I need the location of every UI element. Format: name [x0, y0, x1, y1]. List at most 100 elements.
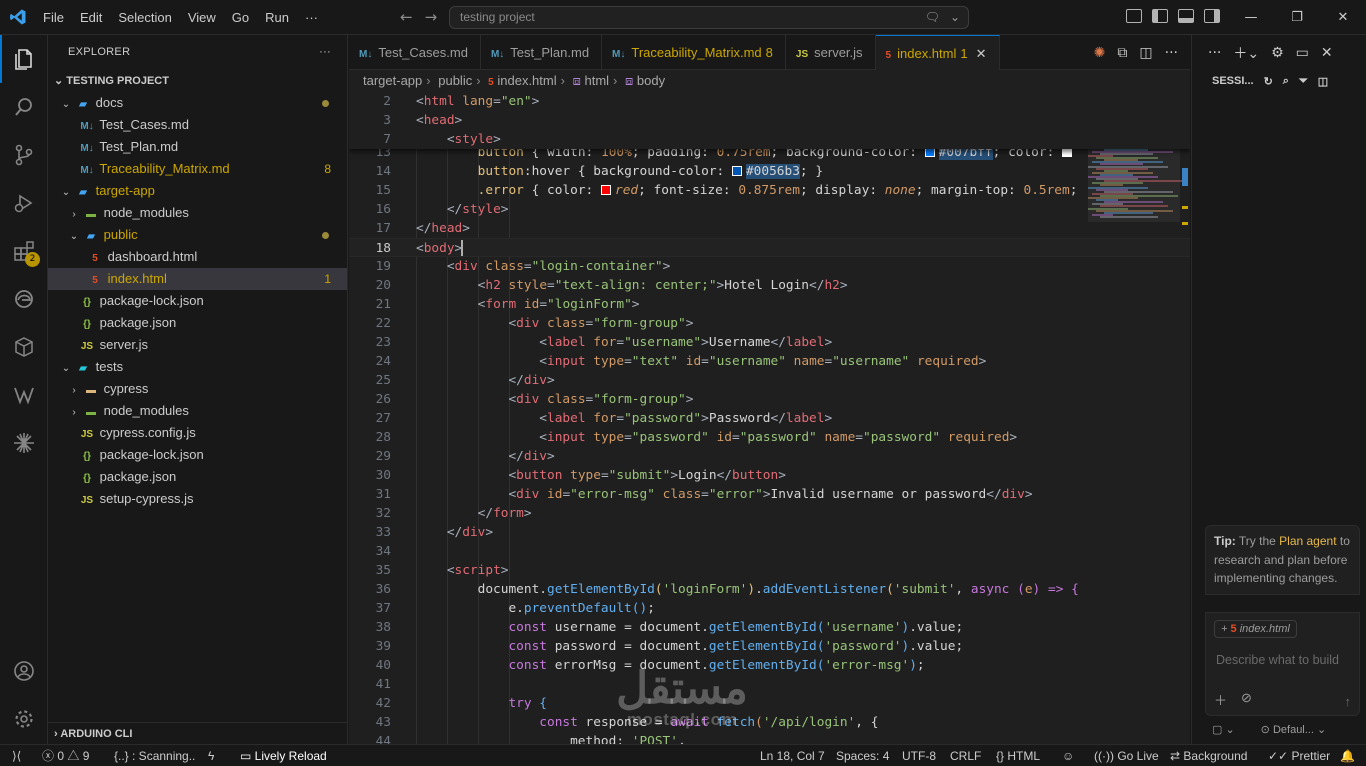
encoding[interactable]: UTF-8: [902, 745, 936, 766]
tree-file[interactable]: JS server.js: [48, 334, 347, 356]
code-line[interactable]: 29 </div>: [349, 447, 1190, 466]
language-mode[interactable]: {} HTML: [996, 745, 1040, 766]
add-context-icon[interactable]: ＋: [1214, 690, 1227, 709]
code-line[interactable]: 27 <label for="password">Password</label…: [349, 409, 1190, 428]
tree-file[interactable]: M↓ Traceability_Matrix.md 8: [48, 158, 347, 180]
tree-folder[interactable]: › ▬ node_modules: [48, 202, 347, 224]
restore-icon[interactable]: ❐: [1274, 0, 1320, 35]
gear-icon[interactable]: ⚙: [1271, 45, 1284, 61]
code-line[interactable]: 32 </form>: [349, 504, 1190, 523]
plan-agent-link[interactable]: Plan agent: [1279, 534, 1336, 548]
back-arrow-icon[interactable]: ←: [400, 8, 413, 26]
project-header[interactable]: ⌄ TESTING PROJECT: [48, 70, 347, 92]
explorer-icon[interactable]: [0, 35, 48, 83]
tree-file[interactable]: 5 dashboard.html: [48, 246, 347, 268]
code-line[interactable]: 31 <div id="error-msg" class="error">Inv…: [349, 485, 1190, 504]
chat-input-box[interactable]: + 5 index.html Describe what to build ＋ …: [1205, 612, 1360, 716]
prettier-status[interactable]: ✓✓ Prettier: [1268, 745, 1330, 766]
editor-tab[interactable]: M↓ Traceability_Matrix.md 8: [602, 35, 786, 70]
code-line[interactable]: 17 </head>: [349, 219, 1190, 238]
code-line[interactable]: 15 .error { color: red; font-size: 0.875…: [349, 181, 1190, 200]
toggle-panel-icon[interactable]: ▭: [1296, 45, 1309, 61]
code-line[interactable]: 20 <h2 style="text-align: center;">Hotel…: [349, 276, 1190, 295]
code-line[interactable]: 28 <input type="password" id="password" …: [349, 428, 1190, 447]
code-line[interactable]: 37 e.preventDefault();: [349, 599, 1190, 618]
tree-file[interactable]: {} package-lock.json: [48, 444, 347, 466]
toggle-panel-icon[interactable]: [1178, 9, 1194, 23]
layout-icon[interactable]: ◫: [1318, 75, 1328, 88]
minimize-icon[interactable]: —: [1228, 0, 1274, 35]
code-line[interactable]: 19 <div class="login-container">: [349, 257, 1190, 276]
more-icon[interactable]: ···: [1208, 45, 1221, 61]
code-line[interactable]: 39 const password = document.getElementB…: [349, 637, 1190, 656]
code-line[interactable]: 36 document.getElementById('loginForm').…: [349, 580, 1190, 599]
breadcrumb-item[interactable]: public: [438, 73, 472, 88]
code-line[interactable]: 35 <script>: [349, 561, 1190, 580]
more-actions-icon[interactable]: ···: [1165, 45, 1178, 61]
code-line[interactable]: 18 <body>: [349, 238, 1190, 257]
code-line[interactable]: 24 <input type="text" id="username" name…: [349, 352, 1190, 371]
tree-folder[interactable]: ⌄ ▰ docs: [48, 92, 347, 114]
scanning-status[interactable]: {..} : Scanning..: [114, 745, 195, 766]
settings-gear-icon[interactable]: [0, 695, 48, 743]
menu-go[interactable]: Go: [224, 10, 257, 25]
code-line[interactable]: 34: [349, 542, 1190, 561]
claude-spark-icon[interactable]: [0, 419, 48, 467]
git-graph-icon[interactable]: [0, 371, 48, 419]
lightning-icon[interactable]: ϟ: [208, 745, 214, 766]
run-debug-icon[interactable]: [0, 179, 48, 227]
indentation[interactable]: Spaces: 4: [836, 745, 889, 766]
go-live-button[interactable]: ((·)) Go Live: [1094, 745, 1159, 766]
customize-layout-icon[interactable]: [1126, 9, 1142, 23]
code-line[interactable]: 38 const username = document.getElementB…: [349, 618, 1190, 637]
notifications-bell-icon[interactable]: 🔔: [1340, 745, 1355, 766]
chat-icon[interactable]: 🗨: [925, 7, 940, 28]
code-line[interactable]: 22 <div class="form-group">: [349, 314, 1190, 333]
tree-file[interactable]: {} package.json: [48, 466, 347, 488]
breadcrumb-item[interactable]: body: [637, 73, 665, 88]
code-editor[interactable]: 2 <html lang="en"> 3 <head> 7 <style> 13 but…: [349, 92, 1190, 744]
tree-folder[interactable]: › ▬ node_modules: [48, 400, 347, 422]
open-changes-icon[interactable]: ⧉: [1117, 45, 1127, 61]
cursor-position[interactable]: Ln 18, Col 7: [760, 745, 825, 766]
editor-tab[interactable]: M↓ Test_Plan.md: [481, 35, 603, 70]
menu-view[interactable]: View: [180, 10, 224, 25]
claude-spark-icon[interactable]: ✺: [1094, 45, 1106, 61]
close-icon[interactable]: ✕: [1321, 45, 1333, 61]
problems-indicator[interactable]: ⓧ 0 △ 9: [42, 745, 89, 766]
extensions-icon[interactable]: 2: [0, 227, 48, 275]
tree-folder[interactable]: ⌄ ▰ tests: [48, 356, 347, 378]
code-line[interactable]: 26 <div class="form-group">: [349, 390, 1190, 409]
tools-icon[interactable]: ⊘: [1241, 690, 1252, 709]
chat-placeholder[interactable]: Describe what to build: [1216, 653, 1339, 667]
code-line[interactable]: 7 <style>: [349, 130, 1190, 149]
remote-icon[interactable]: ⟩⟨: [12, 745, 21, 766]
code-line[interactable]: 2 <html lang="en">: [349, 92, 1190, 111]
breadcrumb-item[interactable]: target-app: [363, 73, 422, 88]
sticky-scroll[interactable]: 2 <html lang="en"> 3 <head> 7 <style>: [349, 92, 1190, 149]
tree-file[interactable]: JS cypress.config.js: [48, 422, 347, 444]
toggle-secondary-sidebar-icon[interactable]: [1204, 9, 1220, 23]
tree-file[interactable]: M↓ Test_Cases.md: [48, 114, 347, 136]
tree-folder[interactable]: › ▬ cypress: [48, 378, 347, 400]
menu-more[interactable]: ···: [297, 10, 326, 25]
tree-file[interactable]: JS setup-cypress.js: [48, 488, 347, 510]
account-icon[interactable]: [0, 647, 48, 695]
search-icon[interactable]: ⌕: [1283, 75, 1289, 88]
breadcrumb-item[interactable]: html: [584, 73, 609, 88]
edge-devtools-icon[interactable]: [0, 275, 48, 323]
source-control-icon[interactable]: [0, 131, 48, 179]
code-line[interactable]: 3 <head>: [349, 111, 1190, 130]
tree-file[interactable]: {} package.json: [48, 312, 347, 334]
refresh-icon[interactable]: ↻: [1264, 75, 1273, 88]
code-line[interactable]: 23 <label for="username">Username</label…: [349, 333, 1190, 352]
filter-icon[interactable]: ⏷: [1299, 75, 1308, 88]
code-line[interactable]: 21 <form id="loginForm">: [349, 295, 1190, 314]
command-center-search[interactable]: testing project 🗨 ⌄: [449, 6, 969, 29]
context-chip[interactable]: + 5 index.html: [1214, 620, 1297, 638]
menu-selection[interactable]: Selection: [110, 10, 179, 25]
tree-file[interactable]: M↓ Test_Plan.md: [48, 136, 347, 158]
model-selector[interactable]: ⊙ Defaul... ⌄: [1261, 723, 1327, 736]
search-icon[interactable]: [0, 83, 48, 131]
toggle-primary-sidebar-icon[interactable]: [1152, 9, 1168, 23]
